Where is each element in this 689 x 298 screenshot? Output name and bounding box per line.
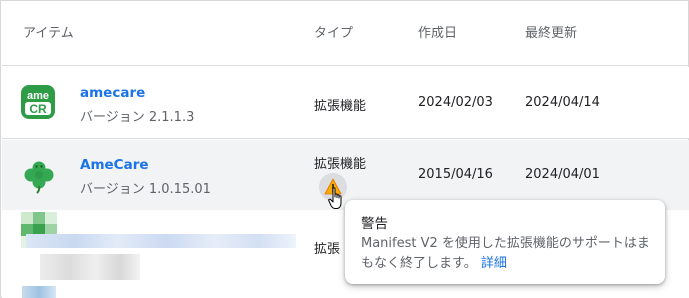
tooltip-title: 警告	[361, 216, 388, 232]
table-header: アイテム タイプ 作成日 最終更新	[2, 2, 689, 66]
redacted-next-icon	[22, 286, 56, 298]
column-header-updated: 最終更新	[525, 26, 578, 41]
item-type: 拡張	[314, 242, 341, 257]
warning-tooltip: 警告 Manifest V2 を使用した拡張機能のサポートはまもなく終了します。…	[345, 200, 665, 284]
learn-more-link[interactable]: 詳細	[481, 256, 507, 271]
table-row[interactable]: ame CR amecare バージョン 2.1.1.3 拡張機能 2024/0…	[2, 67, 689, 139]
item-updated: 2024/04/14	[525, 95, 600, 110]
hand-cursor-icon	[328, 187, 342, 209]
logo-text-top: ame	[27, 90, 49, 102]
item-updated: 2024/04/01	[525, 167, 600, 182]
clover-icon	[21, 158, 59, 196]
item-type: 拡張機能	[314, 157, 367, 172]
column-header-item: アイテム	[23, 26, 74, 41]
item-name[interactable]: AmeCare	[80, 157, 149, 173]
logo-text-bottom: CR	[29, 102, 47, 116]
amecare-cr-logo-icon: ame CR	[21, 85, 59, 123]
item-created: 2024/02/03	[418, 95, 493, 110]
column-header-type: タイプ	[314, 26, 354, 41]
item-version: バージョン 2.1.1.3	[80, 110, 195, 125]
extensions-table: アイテム タイプ 作成日 最終更新 ame CR amecare バージョン 2…	[0, 0, 689, 298]
column-header-created: 作成日	[418, 26, 458, 41]
item-version: バージョン 1.0.15.01	[80, 182, 211, 197]
redacted-version	[40, 254, 140, 280]
item-name[interactable]: amecare	[80, 85, 145, 101]
redacted-name	[26, 234, 296, 248]
item-created: 2015/04/16	[418, 167, 493, 182]
tooltip-body: Manifest V2 を使用した拡張機能のサポートはまもなく終了します。 詳細	[361, 234, 657, 274]
item-type: 拡張機能	[314, 99, 367, 114]
